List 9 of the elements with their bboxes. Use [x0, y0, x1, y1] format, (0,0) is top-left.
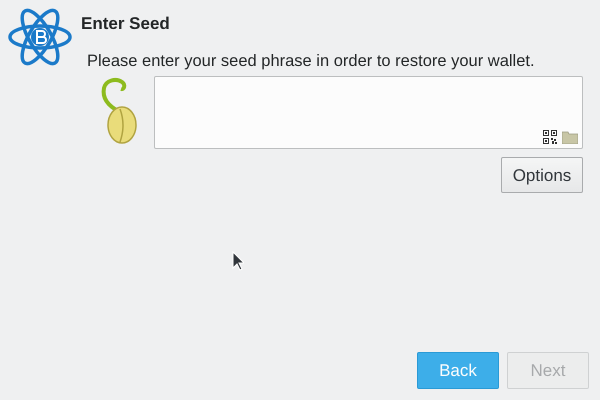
mouse-cursor-icon [232, 251, 244, 271]
qr-code-icon[interactable] [543, 130, 557, 144]
folder-icon[interactable] [562, 130, 578, 144]
options-button[interactable]: Options [501, 157, 583, 194]
instruction-text: Please enter your seed phrase in order to restore your wallet. [87, 50, 535, 72]
back-button[interactable]: Back [417, 352, 499, 389]
seed-input-field[interactable] [154, 76, 583, 150]
page-title: Enter Seed [81, 13, 171, 35]
logo-icon [8, 8, 72, 66]
